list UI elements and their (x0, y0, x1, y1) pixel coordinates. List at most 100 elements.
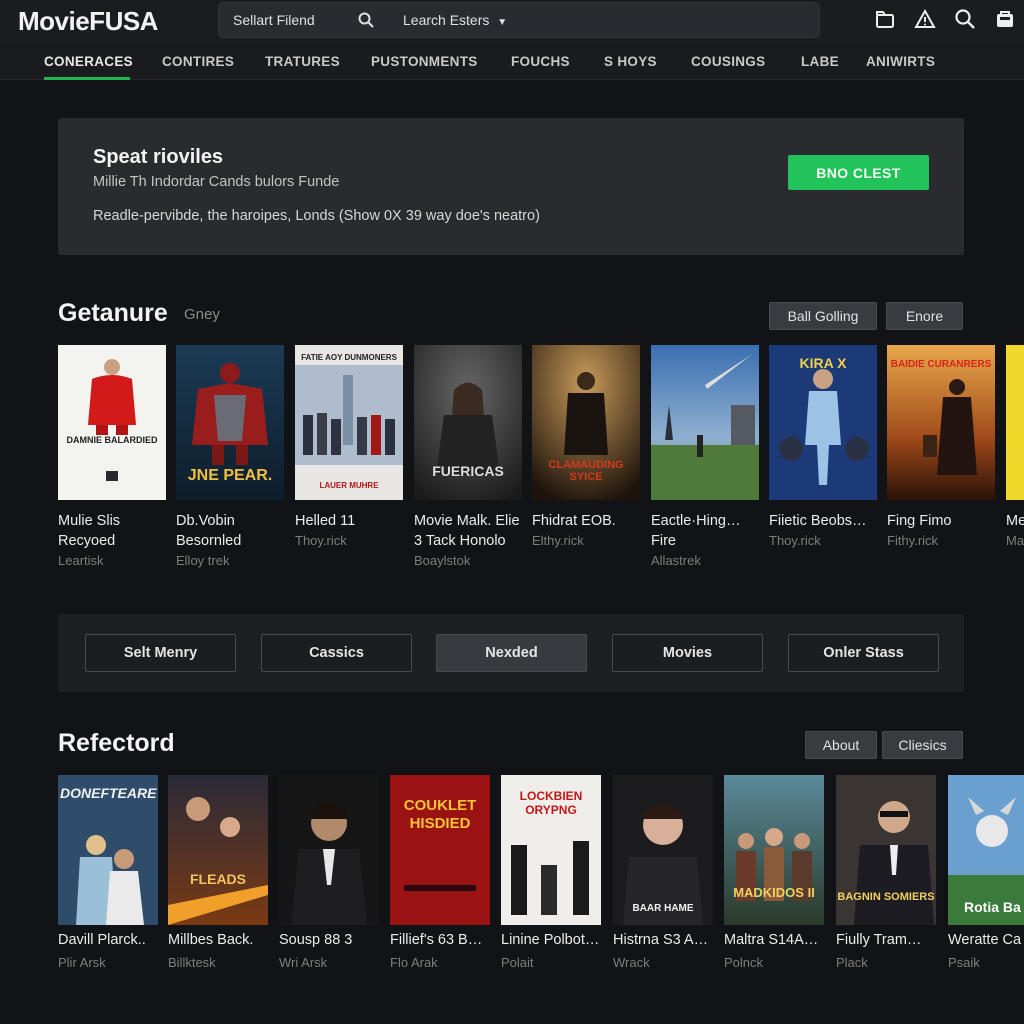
movie-title: Fiietic Beobs… (769, 513, 867, 529)
movie-subtitle: Flo Arak (390, 955, 438, 970)
poster-title: DAMNIE BALARDIED (66, 435, 158, 445)
movie-title: Histrna S3 A… (613, 932, 709, 948)
top-icons (874, 8, 1016, 30)
movie-poster[interactable]: FATIE AOY DUNMONERS LAUER MUHRE (295, 345, 403, 500)
section-subtitle: Gney (184, 306, 220, 323)
search-filter-dropdown[interactable]: Learch Esters ▼ (403, 12, 507, 28)
movie-title-block: Fing Fimo Fithy.rick (887, 511, 999, 551)
movie-title: Fhidrat EOB. (532, 513, 616, 529)
movie-title: Movie Malk. Elie 3 Tack Honolo (414, 513, 520, 549)
movie-title: Millbes Back. (168, 932, 254, 948)
movie-poster[interactable] (1006, 345, 1024, 500)
movie-poster[interactable]: KIRA X (769, 345, 877, 500)
app-logo[interactable]: MovieFUSA (18, 6, 158, 37)
banner-title: Speat rioviles (93, 146, 224, 168)
nav-item[interactable]: ANIWIRTS (866, 54, 935, 69)
movie-poster[interactable]: BAAR HAME (613, 775, 713, 925)
movie-subtitle: Boaylstok (414, 553, 471, 568)
movie-title: Me (1006, 513, 1024, 529)
category-nav: CONERACES CONTIRES TRATURES PUSTONMENTS … (0, 44, 1024, 80)
next-row-edge (0, 1020, 1024, 1024)
movie-title-block: Fhidrat EOB. Elthy.rick (532, 511, 644, 551)
movie-poster[interactable]: Rotia Ba (948, 775, 1024, 925)
movie-card[interactable]: Rotia Ba Weratte Ca Psaik (948, 775, 1024, 975)
movie-poster[interactable]: MADKIDOS II (724, 775, 824, 925)
search-icon[interactable] (357, 11, 375, 29)
search-field-label[interactable]: Sellart Filend (233, 12, 315, 28)
filter-button[interactable]: Cassics (261, 634, 412, 672)
movie-title: Mulie Slis Recyoed (58, 513, 121, 549)
movie-poster[interactable] (279, 775, 379, 925)
movie-poster[interactable]: DAMNIE BALARDIED (58, 345, 166, 500)
movie-subtitle: Leartisk (58, 553, 104, 568)
movie-subtitle: Psaik (948, 955, 980, 970)
nav-item[interactable]: COUSINGS (691, 54, 765, 69)
movie-poster[interactable] (651, 345, 759, 500)
search-bar[interactable]: Sellart Filend Learch Esters ▼ (218, 2, 820, 38)
movie-poster[interactable]: CLAMAUDING SYICE (532, 345, 640, 500)
nav-item[interactable]: CONTIRES (162, 54, 234, 69)
banner-cta-button[interactable]: BNO CLEST (788, 155, 929, 190)
movie-poster[interactable]: BAGNIN SOMIERS (836, 775, 936, 925)
movie-subtitle: Plir Arsk (58, 955, 106, 970)
movie-subtitle: Polnck (724, 955, 764, 970)
nav-item[interactable]: TRATURES (265, 54, 340, 69)
movie-title-block: Me Ma (1006, 511, 1024, 551)
filter-bar: Selt Menry Cassics Nexded Movies Onler S… (58, 614, 964, 692)
nav-item[interactable]: LABE (801, 54, 839, 69)
poster-title: LOCKBIEN ORYPNG (519, 789, 583, 817)
movie-poster[interactable]: FLEADS (168, 775, 268, 925)
movie-title: Linine Polbot… (501, 932, 600, 948)
section-button[interactable]: Ball Golling (769, 302, 877, 330)
movie-title: Db.Vobin Besornled (176, 513, 242, 549)
filter-button[interactable]: Nexded (436, 634, 587, 672)
movie-poster[interactable]: DONEFTEARE (58, 775, 158, 925)
chevron-down-icon: ▼ (497, 17, 508, 28)
movie-title: Davill Plarck.. (58, 932, 146, 948)
movie-title: Fiully Tram… (836, 932, 922, 948)
section-button[interactable]: Enore (886, 302, 963, 330)
search-icon[interactable] (954, 8, 976, 30)
movie-subtitle: Allastrek (651, 553, 701, 568)
movie-title: Fing Fimo (887, 513, 952, 529)
poster-title: KIRA X (799, 355, 847, 371)
library-icon[interactable] (874, 8, 896, 30)
nav-item[interactable]: FOUCHS (511, 54, 570, 69)
poster-tagline: LAUER MUHRE (319, 481, 379, 490)
filter-button[interactable]: Movies (612, 634, 763, 672)
bag-icon[interactable] (994, 8, 1016, 30)
poster-title: COUKLET HISDIED (403, 797, 477, 832)
movie-subtitle: Wrack (613, 955, 650, 970)
movie-poster[interactable]: FUERICAS (414, 345, 522, 500)
poster-title: BAGNIN SOMIERS (837, 891, 935, 903)
movie-card[interactable]: Me Ma (1006, 345, 1024, 585)
poster-title: JNE PEAR. (187, 467, 273, 484)
movie-subtitle: Polait (501, 955, 534, 970)
section-button[interactable]: About (805, 731, 877, 759)
movie-poster[interactable]: LOCKBIEN ORYPNG (501, 775, 601, 925)
movie-title-block: Mulie Slis Recyoed Leartisk (58, 511, 170, 571)
search-filter-label: Learch Esters (403, 12, 490, 28)
section-title: Refectord (58, 729, 175, 757)
movie-poster[interactable]: COUKLET HISDIED (390, 775, 490, 925)
movie-subtitle: Plack (836, 955, 868, 970)
movie-subtitle: Elloy trek (176, 553, 230, 568)
movie-title: Fillief's 63 B… (390, 932, 483, 948)
nav-item[interactable]: CONERACES (44, 54, 133, 69)
section-button[interactable]: Cliesics (882, 731, 963, 759)
top-bar: MovieFUSA Sellart Filend Learch Esters ▼ (0, 0, 1024, 44)
poster-title: BAIDIE CURANRERS (890, 359, 992, 370)
alert-icon[interactable] (914, 8, 936, 30)
movie-title-block: Db.Vobin Besornled Elloy trek (176, 511, 288, 571)
movie-title: Eactle·Hing… Fire (651, 513, 741, 549)
filter-button[interactable]: Selt Menry (85, 634, 236, 672)
banner-subtitle: Millie Th Indordar Cands bulors Funde (93, 174, 340, 190)
movie-subtitle: Thoy.rick (769, 533, 821, 548)
nav-item[interactable]: PUSTONMENTS (371, 54, 478, 69)
section-title: Getanure (58, 299, 168, 327)
banner-body: Readle-pervibde, the haroipes, Londs (Sh… (93, 208, 540, 224)
movie-poster[interactable]: BAIDIE CURANRERS (887, 345, 995, 500)
movie-poster[interactable]: JNE PEAR. (176, 345, 284, 500)
filter-button[interactable]: Onler Stass (788, 634, 939, 672)
nav-item[interactable]: S HOYS (604, 54, 657, 69)
